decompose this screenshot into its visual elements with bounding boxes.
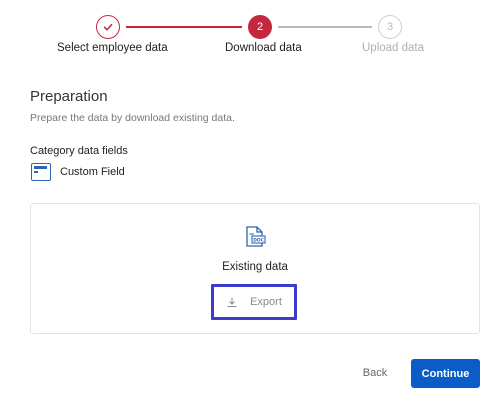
category-data-fields-title: Category data fields <box>30 145 128 157</box>
back-button[interactable]: Back <box>353 358 397 388</box>
existing-data-title: Existing data <box>222 261 288 273</box>
step-3-indicator: 3 <box>378 15 402 39</box>
step-3-label: Upload data <box>362 42 425 54</box>
step-1-label[interactable]: Select employee data <box>57 42 168 54</box>
step-1-indicator[interactable] <box>96 15 120 39</box>
download-icon <box>227 297 237 307</box>
step-3-number: 3 <box>386 21 394 33</box>
step-2-label: Download data <box>225 42 302 54</box>
existing-data-card: DOC Existing data Export <box>30 203 480 334</box>
export-highlight: Export <box>211 284 297 320</box>
export-label: Export <box>250 296 282 308</box>
custom-field-icon <box>31 163 51 181</box>
preparation-title: Preparation <box>30 88 108 105</box>
export-button[interactable]: Export <box>226 296 282 308</box>
document-icon-text: DOC <box>253 237 264 243</box>
check-icon <box>103 23 113 31</box>
document-icon: DOC <box>246 226 266 247</box>
stepper: 2 3 Select employee data Download data U… <box>0 0 495 70</box>
preparation-subtitle: Prepare the data by download existing da… <box>30 112 235 124</box>
continue-button[interactable]: Continue <box>411 359 480 388</box>
step-connector-1 <box>126 26 242 28</box>
step-connector-2 <box>278 26 372 28</box>
custom-field-label: Custom Field <box>60 166 125 178</box>
custom-field-item: Custom Field <box>31 163 125 181</box>
upload-wizard-page: 2 3 Select employee data Download data U… <box>0 0 495 401</box>
step-2-indicator: 2 <box>248 15 272 39</box>
step-2-number: 2 <box>256 21 264 33</box>
